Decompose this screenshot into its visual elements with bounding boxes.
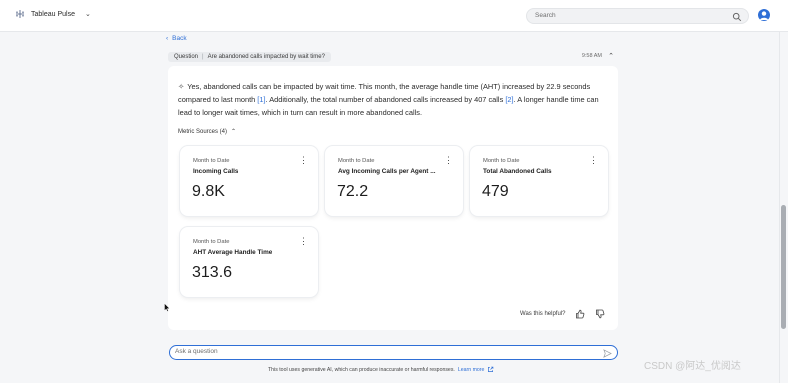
question-bar: Question | Are abandoned calls impacted …	[168, 50, 618, 64]
ask-question-input[interactable]	[175, 348, 595, 355]
search-box	[526, 8, 749, 24]
metric-card[interactable]: Month to Date Avg Incoming Calls per Age…	[325, 146, 463, 216]
metric-context: Month to Date	[193, 158, 230, 164]
learn-more-link[interactable]: Learn more	[458, 367, 485, 373]
window-edge	[788, 0, 801, 383]
external-link-icon[interactable]	[487, 366, 494, 373]
question-chip: Question | Are abandoned calls impacted …	[168, 52, 331, 62]
metric-context: Month to Date	[338, 158, 375, 164]
feedback-label: Was this helpful?	[520, 311, 566, 317]
metric-card[interactable]: Month to Date Incoming Calls 9.8K ⋮	[180, 146, 318, 216]
sparkle-icon: ✧	[178, 82, 185, 91]
metric-card[interactable]: Month to Date AHT Average Handle Time 31…	[180, 227, 318, 297]
scrollbar[interactable]	[779, 32, 788, 383]
top-bar: Tableau Pulse ⌄	[0, 0, 788, 32]
user-avatar[interactable]	[758, 9, 770, 21]
metric-card[interactable]: Month to Date Total Abandoned Calls 479 …	[470, 146, 608, 216]
metric-context: Month to Date	[193, 239, 230, 245]
thumbs-down-icon[interactable]	[595, 309, 605, 319]
more-options-icon[interactable]: ⋮	[299, 237, 308, 246]
question-text: Are abandoned calls impacted by wait tim…	[207, 54, 325, 60]
ask-box	[169, 345, 618, 360]
chevron-up-icon: ⌃	[231, 129, 237, 135]
more-options-icon[interactable]: ⋮	[589, 156, 598, 165]
separator: |	[202, 54, 204, 60]
more-options-icon[interactable]: ⋮	[444, 156, 453, 165]
metric-sources-toggle[interactable]: Metric Sources (4) ⌃	[178, 128, 237, 136]
citation-link-2[interactable]: [2]	[505, 95, 513, 104]
answer-part-2: . Additionally, the total number of aban…	[265, 95, 506, 104]
disclaimer: This tool uses generative AI, which can …	[268, 366, 494, 373]
scrollbar-thumb[interactable]	[781, 205, 786, 329]
search-icon[interactable]	[732, 12, 742, 22]
app-switcher[interactable]: Tableau Pulse ⌄	[15, 9, 91, 19]
back-link[interactable]: ‹ Back	[166, 35, 187, 42]
disclaimer-text: This tool uses generative AI, which can …	[268, 366, 455, 373]
citation-link-1[interactable]: [1]	[257, 95, 265, 104]
question-time: 9:58 AM	[581, 53, 602, 59]
chevron-up-icon[interactable]: ⌃	[608, 52, 614, 60]
mouse-cursor-icon	[164, 303, 170, 312]
answer-text: ✧ Yes, abandoned calls can be impacted by…	[178, 80, 610, 119]
question-label: Question	[174, 54, 199, 60]
chevron-down-icon: ⌄	[84, 11, 91, 18]
search-input[interactable]	[535, 12, 725, 19]
metric-value: 479	[482, 183, 509, 200]
metric-context: Month to Date	[483, 158, 520, 164]
answer-card: ✧ Yes, abandoned calls can be impacted by…	[168, 66, 618, 330]
metric-value: 313.6	[192, 264, 233, 281]
tableau-logo-icon	[16, 10, 24, 18]
back-label: Back	[172, 35, 187, 42]
feedback-row: Was this helpful?	[520, 309, 605, 319]
metric-title: Avg Incoming Calls per Agent ...	[338, 168, 436, 175]
metric-value: 72.2	[337, 183, 369, 200]
thumbs-up-icon[interactable]	[575, 309, 585, 319]
more-options-icon[interactable]: ⋮	[299, 156, 308, 165]
metric-sources-label: Metric Sources (4)	[178, 128, 228, 135]
metric-value: 9.8K	[192, 183, 225, 200]
watermark: CSDN @阿达_优阅达	[644, 361, 741, 372]
metric-title: AHT Average Handle Time	[193, 249, 273, 256]
app-name: Tableau Pulse	[31, 10, 75, 18]
metric-title: Incoming Calls	[193, 168, 239, 175]
chevron-left-icon: ‹	[166, 35, 169, 42]
send-icon[interactable]	[603, 349, 612, 358]
metric-title: Total Abandoned Calls	[483, 168, 552, 175]
user-icon	[759, 11, 769, 20]
